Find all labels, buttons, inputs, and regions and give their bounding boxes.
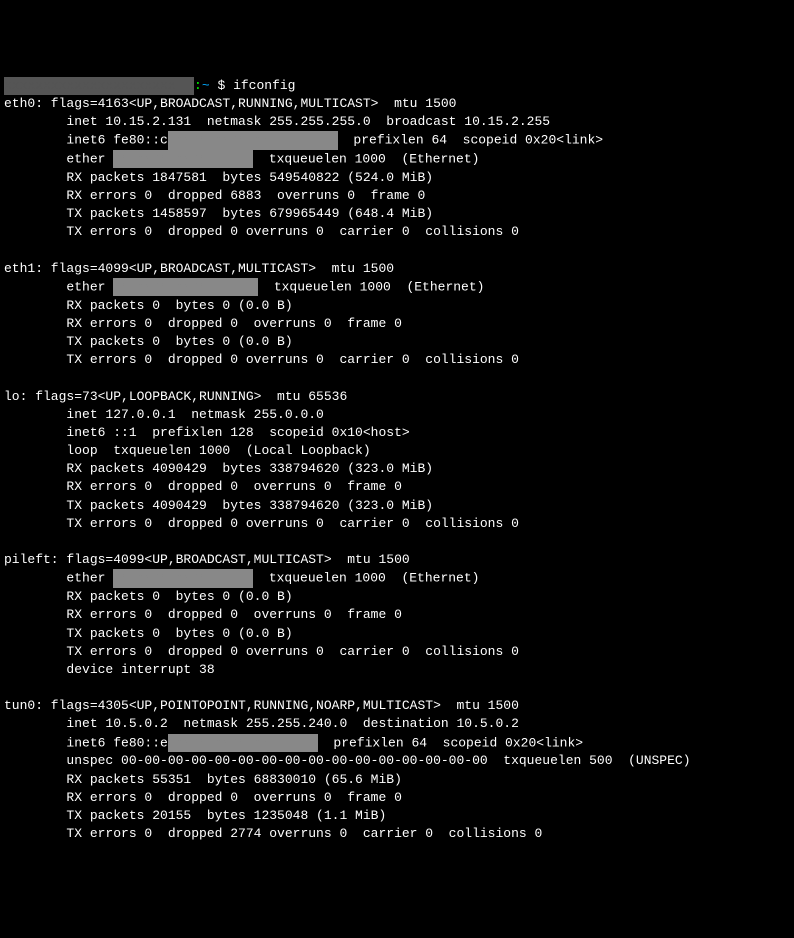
lo-loop: loop txqueuelen 1000 (Local Loopback) bbox=[4, 442, 790, 460]
pileft-ether: ether xxxxxxxxxxxxx txqueuelen 1000 (Eth… bbox=[4, 569, 790, 588]
tun0-unspec: unspec 00-00-00-00-00-00-00-00-00-00-00-… bbox=[4, 752, 790, 770]
lo-tx-packets: TX packets 4090429 bytes 338794620 (323.… bbox=[4, 497, 790, 515]
lo-inet6: inet6 ::1 prefixlen 128 scopeid 0x10<hos… bbox=[4, 424, 790, 442]
blank-line bbox=[4, 242, 790, 260]
tun0-inet: inet 10.5.0.2 netmask 255.255.240.0 dest… bbox=[4, 715, 790, 733]
eth1-tx-packets: TX packets 0 bytes 0 (0.0 B) bbox=[4, 333, 790, 351]
pileft-interrupt: device interrupt 38 bbox=[4, 661, 790, 679]
prompt-user-redacted: xxxxxxxxxxxxxxxxxxxxxx bbox=[4, 77, 194, 95]
command-text: ifconfig bbox=[233, 78, 295, 93]
tun0-inet6-redacted: xxxxxxxxxxxxx bbox=[168, 734, 318, 752]
pileft-tx-errors: TX errors 0 dropped 0 overruns 0 carrier… bbox=[4, 643, 790, 661]
eth0-header: eth0: flags=4163<UP,BROADCAST,RUNNING,MU… bbox=[4, 95, 790, 113]
lo-tx-errors: TX errors 0 dropped 0 overruns 0 carrier… bbox=[4, 515, 790, 533]
pileft-header: pileft: flags=4099<UP,BROADCAST,MULTICAS… bbox=[4, 551, 790, 569]
eth0-rx-errors: RX errors 0 dropped 6883 overruns 0 fram… bbox=[4, 187, 790, 205]
lo-rx-errors: RX errors 0 dropped 0 overruns 0 frame 0 bbox=[4, 478, 790, 496]
eth1-rx-errors: RX errors 0 dropped 0 overruns 0 frame 0 bbox=[4, 315, 790, 333]
eth0-tx-errors: TX errors 0 dropped 0 overruns 0 carrier… bbox=[4, 223, 790, 241]
eth0-inet6-post: prefixlen 64 scopeid 0x20<link> bbox=[338, 133, 603, 148]
pileft-tx-packets: TX packets 0 bytes 0 (0.0 B) bbox=[4, 625, 790, 643]
tun0-header: tun0: flags=4305<UP,POINTOPOINT,RUNNING,… bbox=[4, 697, 790, 715]
prompt-path: ~ bbox=[202, 78, 210, 93]
lo-header: lo: flags=73<UP,LOOPBACK,RUNNING> mtu 65… bbox=[4, 388, 790, 406]
tun0-rx-packets: RX packets 55351 bytes 68830010 (65.6 Mi… bbox=[4, 771, 790, 789]
blank-line bbox=[4, 369, 790, 387]
tun0-rx-errors: RX errors 0 dropped 0 overruns 0 frame 0 bbox=[4, 789, 790, 807]
pileft-rx-packets: RX packets 0 bytes 0 (0.0 B) bbox=[4, 588, 790, 606]
prompt-line: xxxxxxxxxxxxxxxxxxxxxx:~ $ ifconfig bbox=[4, 77, 790, 95]
tun0-inet6: inet6 fe80::exxxxxxxxxxxxx prefixlen 64 … bbox=[4, 734, 790, 753]
eth0-ether-post: txqueuelen 1000 (Ethernet) bbox=[253, 152, 479, 167]
prompt-symbol: $ bbox=[217, 78, 225, 93]
pileft-rx-errors: RX errors 0 dropped 0 overruns 0 frame 0 bbox=[4, 606, 790, 624]
blank-line bbox=[4, 533, 790, 551]
eth1-ether-post: txqueuelen 1000 (Ethernet) bbox=[258, 279, 484, 294]
eth0-ether-pre: ether bbox=[4, 152, 113, 167]
eth0-inet6-pre: inet6 fe80::c bbox=[4, 133, 168, 148]
tun0-inet6-post: prefixlen 64 scopeid 0x20<link> bbox=[318, 735, 583, 750]
eth1-ether-pre: ether bbox=[4, 279, 113, 294]
lo-inet: inet 127.0.0.1 netmask 255.0.0.0 bbox=[4, 406, 790, 424]
prompt-separator: : bbox=[194, 78, 202, 93]
eth0-inet6-redacted: xxxxxxxxxxxxx bbox=[168, 131, 338, 149]
tun0-tx-errors: TX errors 0 dropped 2774 overruns 0 carr… bbox=[4, 825, 790, 843]
eth0-inet6: inet6 fe80::cxxxxxxxxxxxxx prefixlen 64 … bbox=[4, 131, 790, 150]
eth1-header: eth1: flags=4099<UP,BROADCAST,MULTICAST>… bbox=[4, 260, 790, 278]
eth0-tx-packets: TX packets 1458597 bytes 679965449 (648.… bbox=[4, 205, 790, 223]
pileft-ether-redacted: xxxxxxxxxxxxx bbox=[113, 569, 253, 587]
eth0-ether-redacted: xxxxxxxxxxxxx bbox=[113, 150, 253, 168]
eth1-ether: ether xxxxxxxxxxxxx txqueuelen 1000 (Eth… bbox=[4, 278, 790, 297]
blank-line bbox=[4, 679, 790, 697]
eth0-ether: ether xxxxxxxxxxxxx txqueuelen 1000 (Eth… bbox=[4, 150, 790, 169]
eth0-inet: inet 10.15.2.131 netmask 255.255.255.0 b… bbox=[4, 113, 790, 131]
pileft-ether-pre: ether bbox=[4, 571, 113, 586]
tun0-tx-packets: TX packets 20155 bytes 1235048 (1.1 MiB) bbox=[4, 807, 790, 825]
tun0-inet6-pre: inet6 fe80::e bbox=[4, 735, 168, 750]
eth1-rx-packets: RX packets 0 bytes 0 (0.0 B) bbox=[4, 297, 790, 315]
eth1-tx-errors: TX errors 0 dropped 0 overruns 0 carrier… bbox=[4, 351, 790, 369]
terminal-output[interactable]: xxxxxxxxxxxxxxxxxxxxxx:~ $ ifconfigeth0:… bbox=[4, 77, 790, 844]
pileft-ether-post: txqueuelen 1000 (Ethernet) bbox=[253, 571, 479, 586]
eth1-ether-redacted: xxxxxxxxxxxxx bbox=[113, 278, 258, 296]
lo-rx-packets: RX packets 4090429 bytes 338794620 (323.… bbox=[4, 460, 790, 478]
eth0-rx-packets: RX packets 1847581 bytes 549540822 (524.… bbox=[4, 169, 790, 187]
